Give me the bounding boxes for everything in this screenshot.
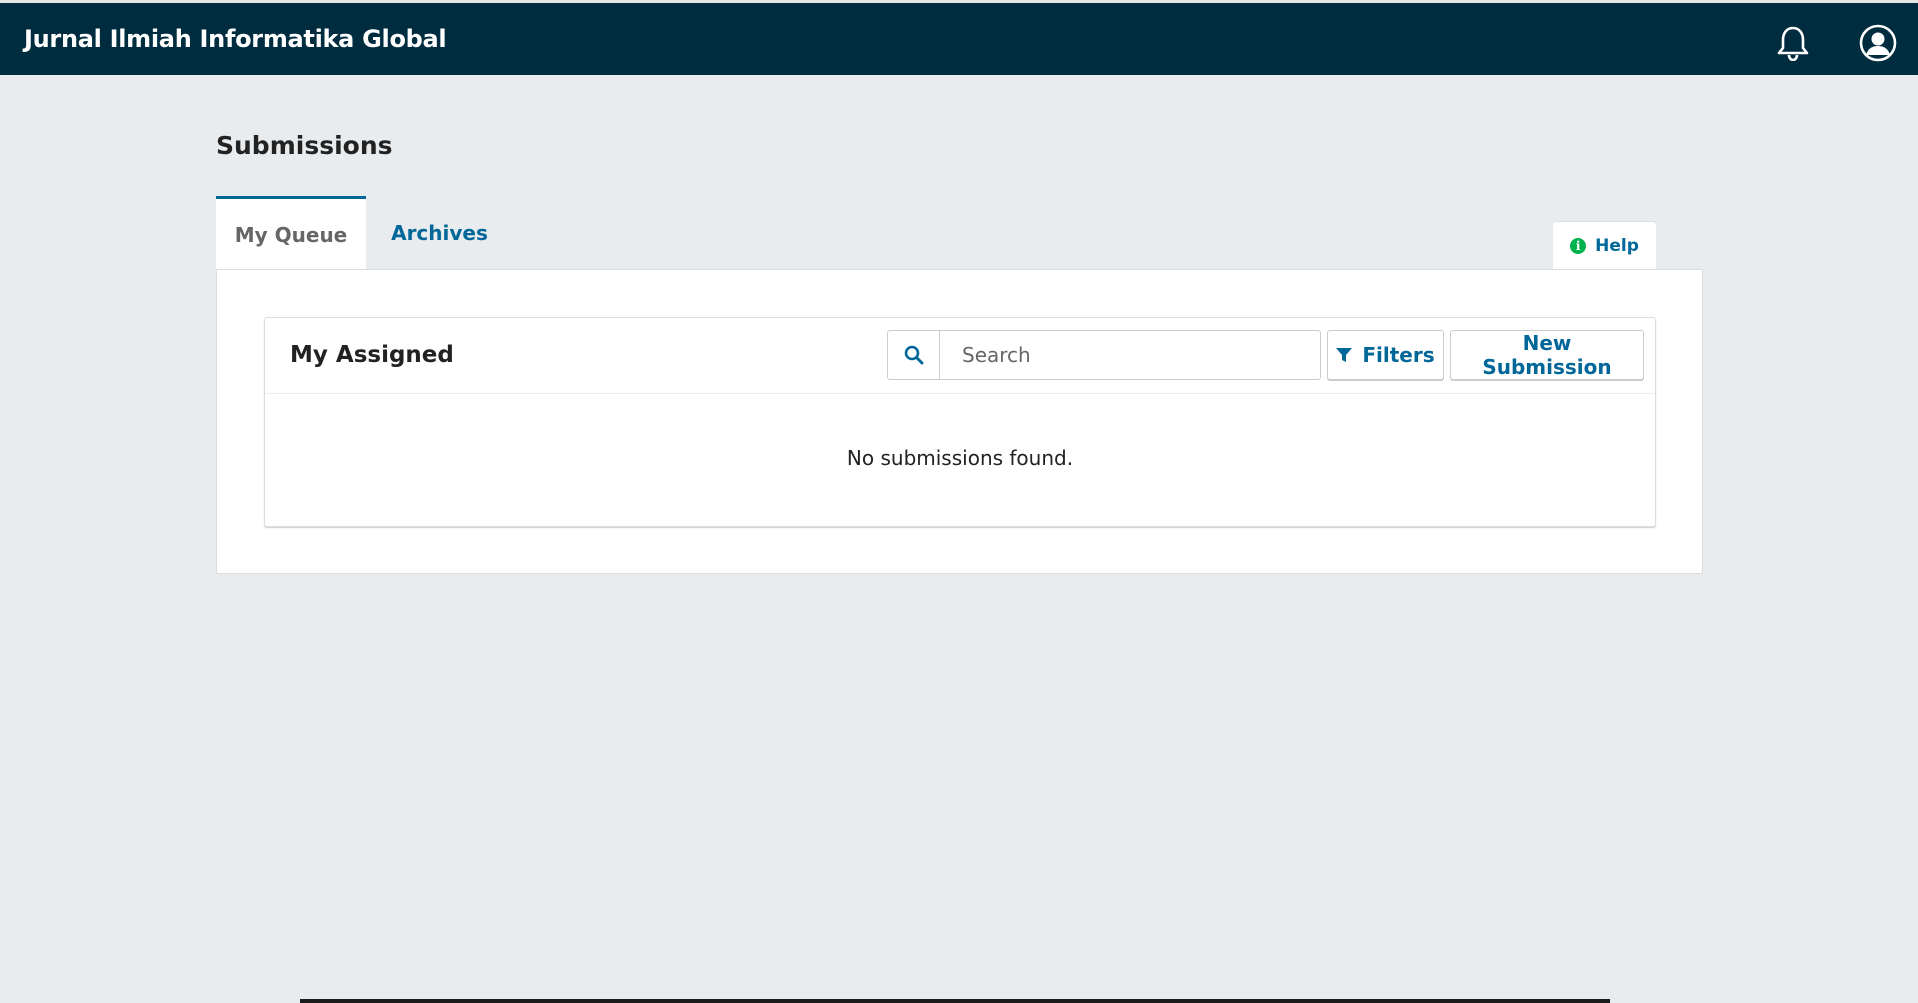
search-button[interactable] [887,330,939,380]
tab-archives[interactable]: Archives [372,196,507,270]
filters-button[interactable]: Filters [1327,330,1444,380]
list-title: My Assigned [290,342,454,368]
empty-message: No submissions found. [846,446,1074,470]
user-circle-icon[interactable] [1859,24,1897,62]
bottom-edge-strip [300,999,1610,1003]
list-header: My Assigned Filters New Submission [265,318,1655,394]
filters-label: Filters [1362,343,1435,367]
search-input[interactable] [939,330,1321,380]
site-title[interactable]: Jurnal Ilmiah Informatika Global [24,25,447,53]
submissions-list: My Assigned Filters New Submission No su… [264,317,1656,527]
tab-my-queue[interactable]: My Queue [216,196,366,270]
page-title: Submissions [216,131,393,160]
top-header: Jurnal Ilmiah Informatika Global [0,0,1918,75]
help-label: Help [1595,236,1639,256]
help-button[interactable]: i Help [1553,222,1656,270]
filter-icon [1336,348,1353,362]
info-icon: i [1570,238,1587,254]
bell-icon[interactable] [1776,25,1810,62]
new-submission-button[interactable]: New Submission [1450,330,1644,380]
search-icon [904,345,923,365]
